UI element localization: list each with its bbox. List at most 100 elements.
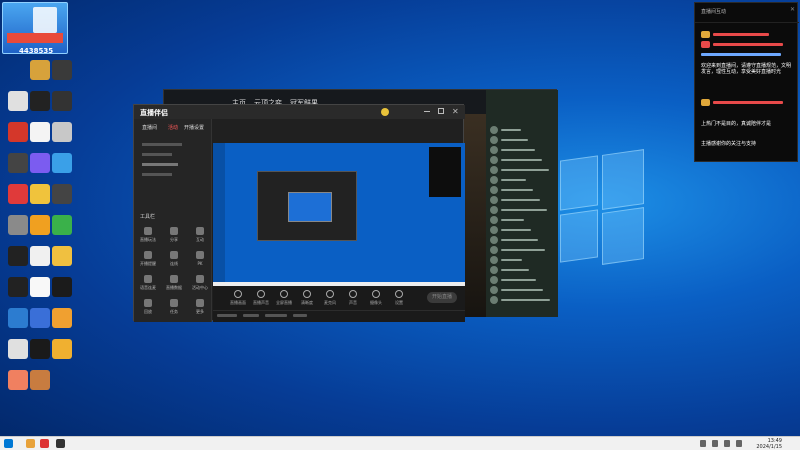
panel-close-icon[interactable]: ✕ bbox=[790, 6, 795, 13]
panel-header: 直播间互动 ✕ bbox=[695, 3, 799, 23]
control-icon[interactable] bbox=[395, 290, 403, 298]
friend-row[interactable] bbox=[490, 136, 554, 145]
tool-button[interactable]: 更多 bbox=[192, 299, 208, 315]
control-label: 全屏直播 bbox=[276, 300, 292, 305]
tool-button[interactable]: 连线 bbox=[166, 251, 182, 267]
tool-button[interactable]: 开播提醒 bbox=[140, 251, 156, 267]
control-label: 直播画面 bbox=[230, 300, 246, 305]
control-icon[interactable] bbox=[372, 290, 380, 298]
stream-preview[interactable] bbox=[213, 143, 465, 286]
tool-button[interactable]: PK bbox=[192, 251, 208, 266]
tab-activity[interactable]: 活动 bbox=[168, 124, 178, 131]
desktop-app-icon[interactable] bbox=[8, 153, 28, 173]
friend-row[interactable] bbox=[490, 246, 554, 255]
desktop-app-icon[interactable] bbox=[52, 246, 72, 266]
live-companion-window[interactable]: 直播伴侣 ✕ 直播间 活动 开播设置 工具栏 直播玩法 分享 互动开播提醒 连线 PK 语… bbox=[133, 104, 465, 322]
app-logo: 直播伴侣 bbox=[140, 109, 168, 117]
friend-row[interactable] bbox=[490, 146, 554, 155]
desktop-app-icon[interactable] bbox=[8, 246, 28, 266]
desktop-app-icon[interactable] bbox=[52, 91, 72, 111]
desktop-app-icon[interactable] bbox=[30, 60, 50, 80]
control-icon[interactable] bbox=[257, 290, 265, 298]
volume-icon[interactable] bbox=[736, 440, 742, 447]
desktop-app-icon[interactable] bbox=[8, 370, 28, 390]
friends-panel[interactable] bbox=[486, 90, 558, 317]
desktop-app-icon[interactable] bbox=[52, 339, 72, 359]
desktop-app-icon[interactable] bbox=[30, 246, 50, 266]
desktop-app-icon[interactable] bbox=[30, 184, 50, 204]
control-label: 摄像头 bbox=[370, 300, 382, 305]
desktop-app-icon[interactable] bbox=[8, 215, 28, 235]
friend-row[interactable] bbox=[490, 296, 554, 305]
maximize-icon[interactable] bbox=[438, 108, 444, 114]
go-live-button[interactable]: 开始直播 bbox=[427, 292, 457, 303]
friend-row[interactable] bbox=[490, 176, 554, 185]
desktop-app-icon[interactable] bbox=[52, 122, 72, 142]
desktop-app-icon[interactable] bbox=[30, 215, 50, 235]
desktop-app-icon[interactable] bbox=[8, 308, 28, 328]
live-comment-panel[interactable]: 直播间互动 ✕ 欢迎来到直播间，请遵守直播规范，文明发言，理性互动，享受美好直播… bbox=[694, 2, 799, 162]
tools-heading: 工具栏 bbox=[140, 214, 156, 220]
desktop-app-icon[interactable] bbox=[8, 91, 28, 111]
friend-row[interactable] bbox=[490, 256, 554, 265]
tool-button[interactable]: 语音连麦 bbox=[140, 275, 156, 291]
desktop-app-icon[interactable] bbox=[52, 277, 72, 297]
friend-row[interactable] bbox=[490, 276, 554, 285]
scene-list[interactable] bbox=[142, 139, 202, 199]
friend-row[interactable] bbox=[490, 186, 554, 195]
desktop-app-icon[interactable] bbox=[52, 308, 72, 328]
close-icon[interactable]: ✕ bbox=[452, 107, 459, 116]
tool-button[interactable]: 互动 bbox=[192, 227, 208, 243]
taskbar-app-icon[interactable] bbox=[56, 439, 65, 448]
gift-icon bbox=[701, 41, 710, 48]
friend-row[interactable] bbox=[490, 286, 554, 295]
control-icon[interactable] bbox=[303, 290, 311, 298]
control-icon[interactable] bbox=[349, 290, 357, 298]
tool-button[interactable]: 直播数据 bbox=[166, 275, 182, 291]
desktop-app-icon[interactable] bbox=[8, 277, 28, 297]
control-icon[interactable] bbox=[280, 290, 288, 298]
desktop-app-icon[interactable] bbox=[52, 153, 72, 173]
taskbar-app-icon[interactable] bbox=[26, 439, 35, 448]
tray-icon[interactable] bbox=[700, 440, 706, 447]
friend-row[interactable] bbox=[490, 236, 554, 245]
tray-icon[interactable] bbox=[712, 440, 718, 447]
friend-row[interactable] bbox=[490, 206, 554, 215]
tray-icon[interactable] bbox=[724, 440, 730, 447]
friend-row[interactable] bbox=[490, 126, 554, 135]
desktop-app-icon[interactable] bbox=[30, 339, 50, 359]
friend-row[interactable] bbox=[490, 266, 554, 275]
desktop-app-icon[interactable] bbox=[30, 277, 50, 297]
app-sidebar: 直播间 活动 开播设置 工具栏 直播玩法 分享 互动开播提醒 连线 PK 语音连麦 直播数据… bbox=[134, 119, 212, 322]
tab-settings[interactable]: 开播设置 bbox=[184, 124, 204, 131]
desktop-app-icon[interactable] bbox=[30, 370, 50, 390]
friend-row[interactable] bbox=[490, 166, 554, 175]
desktop-app-icon[interactable] bbox=[30, 122, 50, 142]
tool-button[interactable]: 回放 bbox=[140, 299, 156, 315]
control-icon[interactable] bbox=[234, 290, 242, 298]
desktop-app-icon[interactable] bbox=[52, 60, 72, 80]
minimize-icon[interactable] bbox=[424, 111, 430, 112]
friend-row[interactable] bbox=[490, 196, 554, 205]
tab-live-room[interactable]: 直播间 bbox=[142, 124, 157, 131]
desktop-app-icon[interactable] bbox=[52, 184, 72, 204]
friend-row[interactable] bbox=[490, 226, 554, 235]
friend-row[interactable] bbox=[490, 216, 554, 225]
desktop-app-icon[interactable] bbox=[8, 184, 28, 204]
desktop-app-icon[interactable] bbox=[8, 122, 28, 142]
user-avatar-icon[interactable] bbox=[381, 108, 389, 116]
tool-button[interactable]: 活动中心 bbox=[192, 275, 208, 291]
desktop-app-icon[interactable] bbox=[52, 215, 72, 235]
tool-button[interactable]: 任务 bbox=[166, 299, 182, 315]
taskbar-app-icon[interactable] bbox=[40, 439, 49, 448]
desktop-app-icon[interactable] bbox=[30, 91, 50, 111]
desktop-app-icon[interactable] bbox=[30, 308, 50, 328]
tool-button[interactable]: 分享 bbox=[166, 227, 182, 243]
desktop-app-icon[interactable] bbox=[8, 339, 28, 359]
friend-row[interactable] bbox=[490, 156, 554, 165]
taskbar-clock[interactable]: 13:49 2024/1/15 bbox=[756, 438, 782, 450]
tool-button[interactable]: 直播玩法 bbox=[140, 227, 156, 243]
control-icon[interactable] bbox=[326, 290, 334, 298]
desktop-app-icon[interactable] bbox=[30, 153, 50, 173]
start-icon[interactable] bbox=[4, 439, 13, 448]
